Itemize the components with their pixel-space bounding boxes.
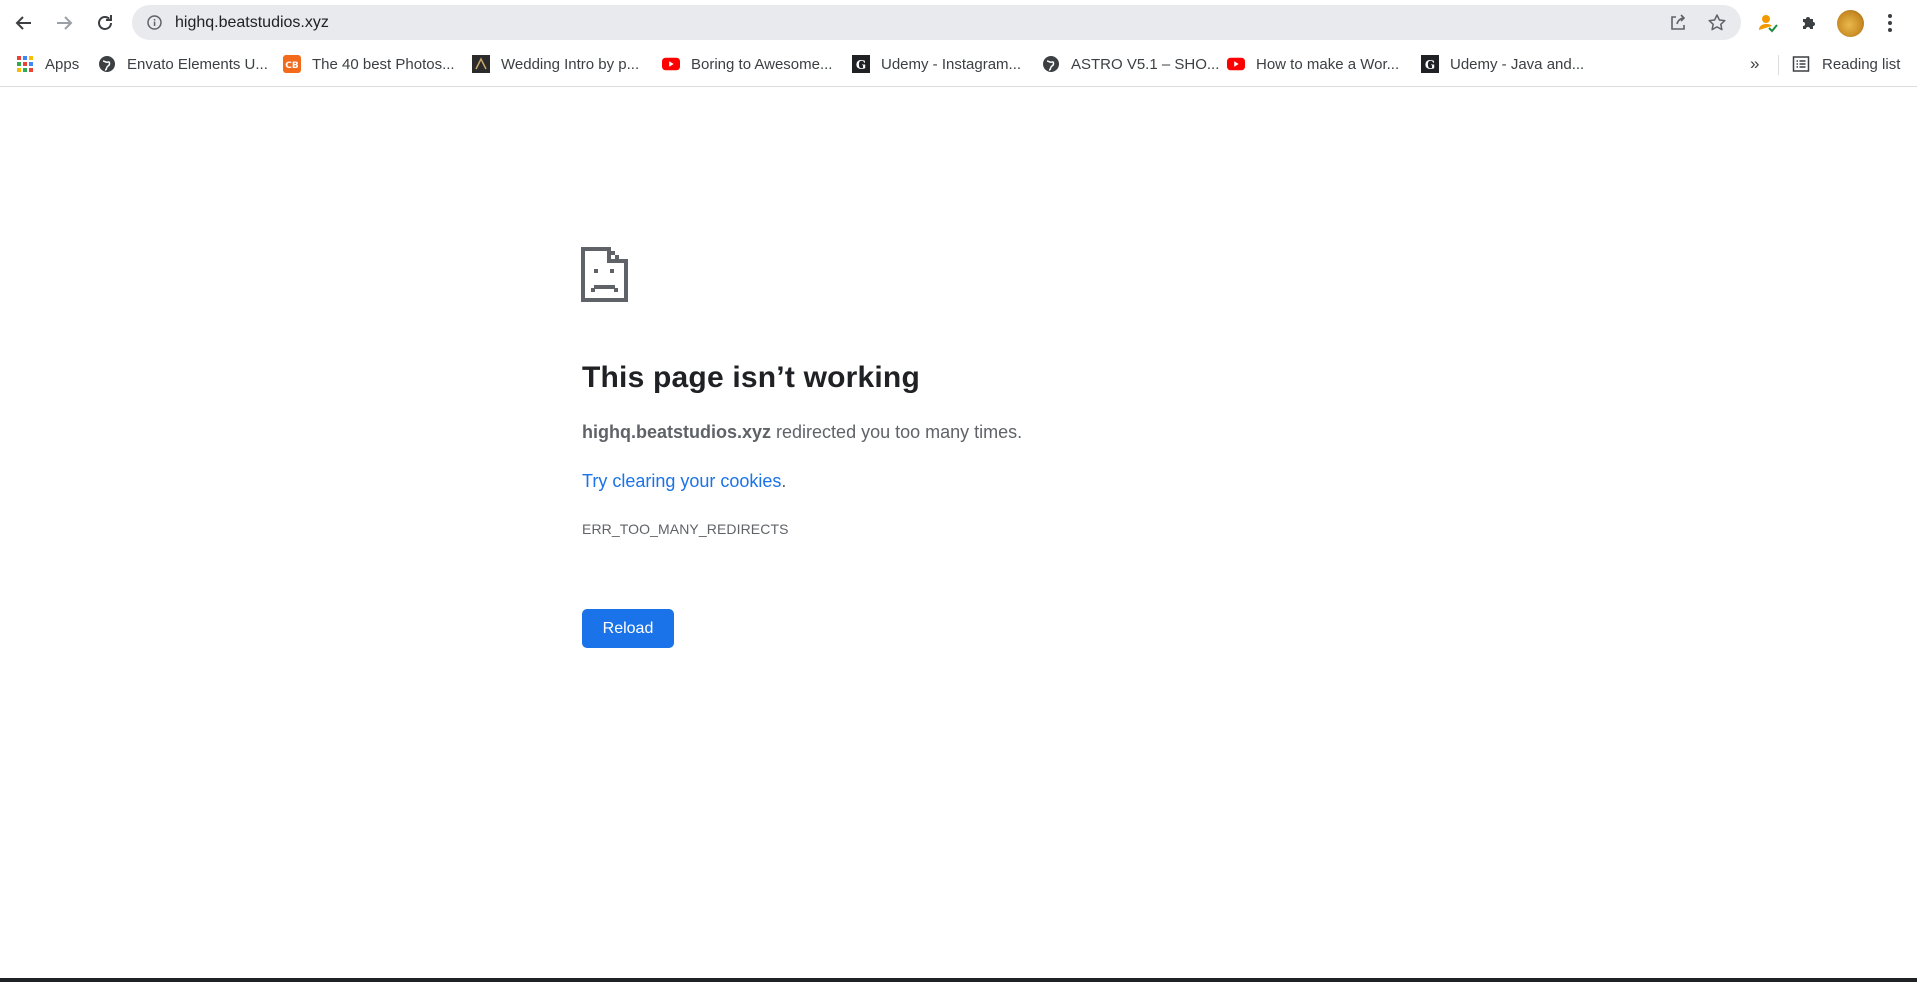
cb-icon: CB <box>283 55 301 73</box>
svg-text:G: G <box>856 58 866 72</box>
share-icon[interactable] <box>1668 13 1688 33</box>
bookmarks-overflow-button[interactable]: » <box>1750 46 1759 82</box>
bookmark-boring-to-awesome[interactable]: Boring to Awesome... <box>662 46 832 82</box>
forward-button[interactable] <box>48 7 80 39</box>
profile-check-extension-icon[interactable] <box>1756 11 1780 35</box>
arrow-left-icon <box>15 16 31 30</box>
back-button[interactable] <box>8 7 40 39</box>
bookmark-astro[interactable]: ASTRO V5.1 – SHO... <box>1042 46 1219 82</box>
bookmark-udemy-instagram[interactable]: G Udemy - Instagram... <box>852 46 1021 82</box>
star-icon[interactable] <box>1707 13 1727 33</box>
reload-toolbar-button[interactable] <box>89 7 121 39</box>
svg-text:CB: CB <box>285 61 299 71</box>
error-description: highq.beatstudios.xyz redirected you too… <box>582 420 1022 444</box>
chrome-menu-button[interactable] <box>1876 9 1904 37</box>
reading-list-button[interactable]: Reading list <box>1792 46 1900 82</box>
youtube-icon <box>1227 55 1245 73</box>
profile-avatar[interactable] <box>1837 10 1864 37</box>
puzzle-icon[interactable] <box>1797 11 1821 35</box>
address-bar[interactable]: highq.beatstudios.xyz <box>132 5 1741 40</box>
reload-button[interactable]: Reload <box>582 609 674 648</box>
arrow-right-icon <box>57 16 73 30</box>
url-text[interactable]: highq.beatstudios.xyz <box>175 5 329 40</box>
bookmark-label: Udemy - Instagram... <box>881 55 1022 73</box>
bookmark-how-to-make[interactable]: How to make a Wor... <box>1227 46 1399 82</box>
sad-document-icon <box>581 247 628 302</box>
bookmark-udemy-java[interactable]: G Udemy - Java and... <box>1421 46 1584 82</box>
bookmark-label: Envato Elements U... <box>127 55 268 73</box>
refresh-icon <box>98 15 112 30</box>
bookmark-label: Wedding Intro by p... <box>501 55 640 73</box>
clear-cookies-link[interactable]: Try clearing your cookies <box>582 471 781 491</box>
bookmark-label: Udemy - Java and... <box>1450 55 1585 73</box>
error-host: highq.beatstudios.xyz <box>582 422 772 442</box>
taskbar-edge <box>0 978 1917 982</box>
error-code: ERR_TOO_MANY_REDIRECTS <box>582 521 789 537</box>
vertical-dots-icon <box>1888 14 1892 32</box>
error-suggestion: Try clearing your cookies. <box>582 469 786 493</box>
g-square-icon: G <box>852 55 870 73</box>
bookmarks-bar: Apps Envato Elements U... CB The 40 best… <box>0 46 1917 87</box>
reading-list-label: Reading list <box>1822 55 1901 73</box>
bookmark-apps[interactable]: Apps <box>16 46 79 82</box>
globe-icon <box>1042 55 1060 73</box>
reading-list-icon <box>1792 55 1810 73</box>
error-title: This page isn’t working <box>582 361 920 394</box>
svg-text:G: G <box>1425 58 1435 72</box>
bookmark-photos[interactable]: CB The 40 best Photos... <box>283 46 455 82</box>
wedding-thumbnail-icon <box>472 55 490 73</box>
bookmark-wedding[interactable]: Wedding Intro by p... <box>472 46 639 82</box>
bookmark-label: How to make a Wor... <box>1256 55 1400 73</box>
bookmarks-divider <box>1778 55 1779 75</box>
g-square-icon: G <box>1421 55 1439 73</box>
bookmark-label: Boring to Awesome... <box>691 55 833 73</box>
bookmark-label: ASTRO V5.1 – SHO... <box>1071 55 1220 73</box>
bookmark-envato[interactable]: Envato Elements U... <box>98 46 268 82</box>
info-icon[interactable] <box>146 14 163 31</box>
browser-toolbar: highq.beatstudios.xyz <box>0 0 1917 46</box>
globe-icon <box>98 55 116 73</box>
suggestion-period: . <box>781 471 787 491</box>
youtube-icon <box>662 55 680 73</box>
bookmark-label: Apps <box>45 55 80 73</box>
bookmark-label: The 40 best Photos... <box>312 55 455 73</box>
error-description-text: redirected you too many times. <box>771 422 1023 442</box>
apps-grid-icon <box>16 55 34 73</box>
